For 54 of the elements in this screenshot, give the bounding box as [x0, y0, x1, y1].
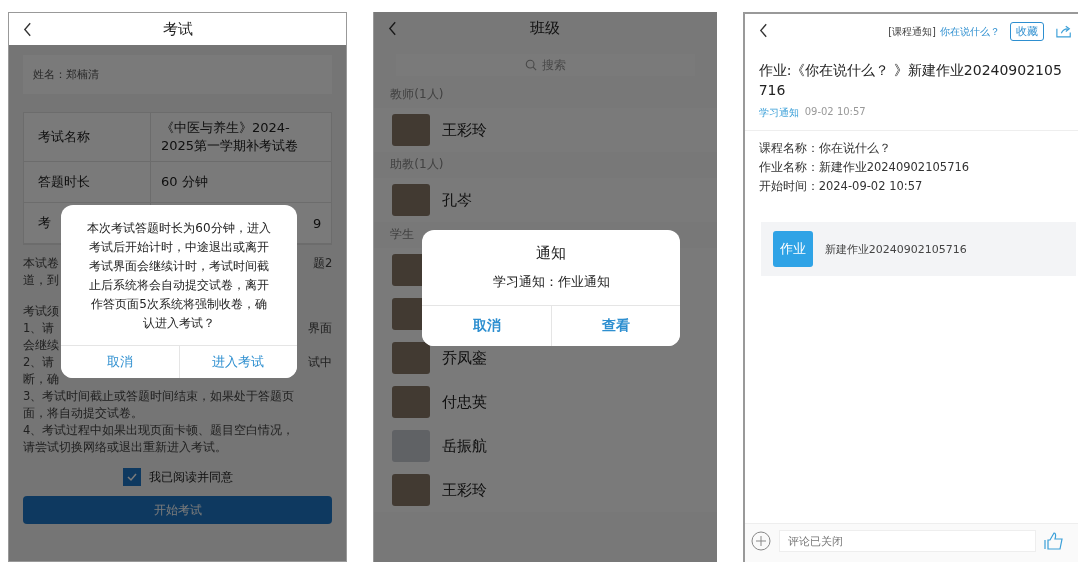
rule-text: 断，确 [23, 371, 59, 388]
thumbs-up-icon[interactable] [1044, 532, 1064, 550]
dialog-title: 通知 [535, 243, 568, 263]
notice-time: 09-02 10:57 [804, 106, 866, 119]
notice-title: 作业:《你在说什么？ 》新建作业20240902105716 [757, 61, 1063, 100]
member-name[interactable]: 乔凤銮 [442, 348, 488, 368]
table-cell: 答题时长 [24, 162, 151, 202]
check-icon [125, 471, 138, 483]
screen-title: 考试 [162, 19, 193, 39]
rule-text: 3、考试时间截止或答题时间结束，如果处于答题页 [23, 388, 295, 405]
search-icon [525, 59, 537, 71]
start-exam-button[interactable]: 开始考试 [23, 496, 333, 524]
member-name[interactable]: 孔岑 [442, 190, 473, 210]
member-name[interactable]: 岳振航 [442, 436, 488, 456]
detail-text: 开始时间：2024-09-02 10:57 [758, 178, 924, 195]
dialog-button[interactable]: 进入考试 [178, 346, 297, 378]
bookmark-button[interactable]: 收藏 [1010, 22, 1044, 41]
rule-text: 4、考试过程中如果出现页面卡顿、题目空白情况， [23, 422, 295, 439]
rule-text: 试中 [308, 354, 333, 371]
rule-text: 1、请 [23, 320, 55, 337]
rule-text: 请尝试切换网络或退出重新进入考试。 [23, 439, 227, 456]
table-cell: 考试名称 [24, 113, 151, 161]
rule-text: 面，将自动提交试卷。 [23, 405, 143, 422]
rule-text: 道，到 [23, 272, 59, 289]
name-field: 姓名：郑楠清 [23, 55, 333, 94]
rule-text: 2、请 [23, 354, 55, 371]
rule-text: 本试卷 [23, 255, 59, 272]
table-cell-text: 《中医与养生》2024-2025第一学期补考试卷 [161, 119, 300, 155]
member-name[interactable]: 付忠英 [442, 392, 488, 412]
dialog-message: 学习通知：作业通知 [491, 273, 611, 291]
notice-tag: 学习通知 [758, 106, 799, 120]
back-icon[interactable] [758, 23, 768, 38]
member-name[interactable]: 王彩玲 [442, 120, 488, 140]
member-name[interactable]: 王彩玲 [442, 480, 488, 500]
attachment-name: 新建作业20240902105716 [824, 241, 967, 257]
table-cell: 60 分钟 [161, 173, 208, 191]
rule-text: 会继续 [23, 337, 59, 354]
category-label: [课程通知] [888, 24, 936, 39]
agree-label: 我已阅读并同意 [148, 468, 233, 486]
back-icon[interactable] [23, 22, 32, 37]
share-icon[interactable] [1056, 25, 1072, 38]
rule-text: 题2 [313, 255, 333, 272]
detail-text: 课程名称：你在说什么？ [758, 140, 892, 157]
plus-icon[interactable] [750, 531, 771, 551]
rule-text: 界面 [308, 320, 333, 337]
detail-text: 作业名称：新建作业20240902105716 [758, 159, 971, 176]
assignment-badge: 作业 [772, 231, 813, 267]
table-cell: 9 [313, 215, 322, 231]
rule-text: 考试须 [23, 303, 59, 320]
checkbox[interactable] [122, 468, 141, 486]
attachment-card[interactable]: 作业 新建作业20240902105716 [760, 222, 1076, 276]
dialog-button[interactable]: 查看 [550, 306, 681, 346]
course-link[interactable]: 你在说什么？ [940, 24, 1000, 39]
screen-title: 班级 [530, 18, 561, 38]
